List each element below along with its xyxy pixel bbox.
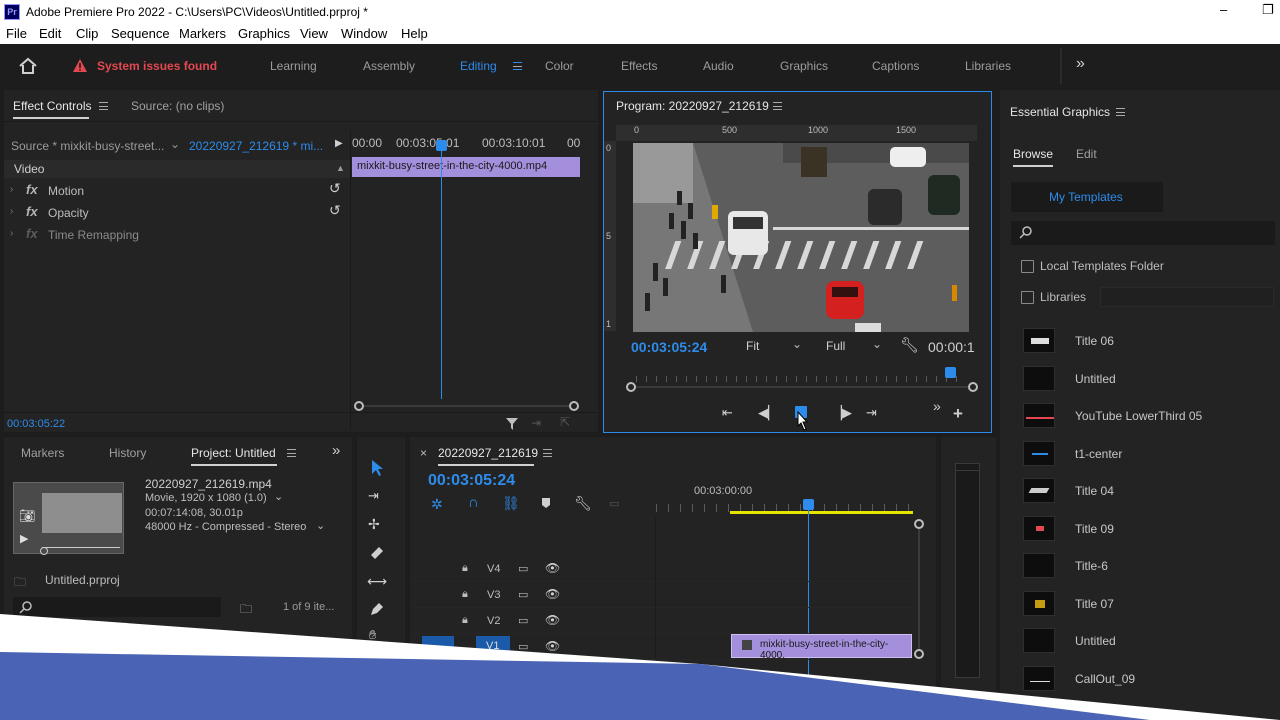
overlay-graphic xyxy=(0,614,1280,720)
